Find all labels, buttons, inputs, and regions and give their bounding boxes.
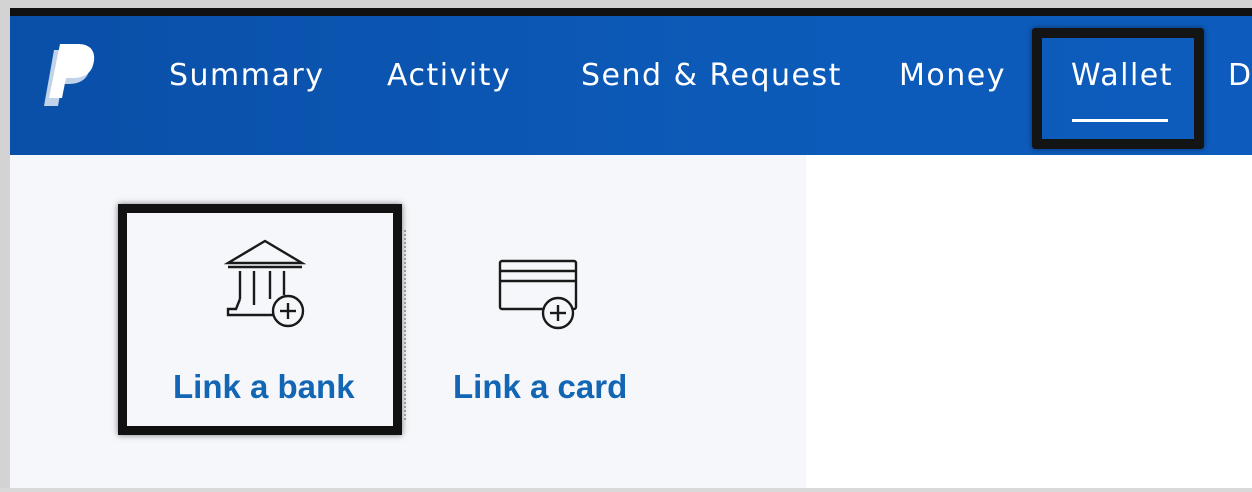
nav-activity[interactable]: Activity	[387, 58, 511, 93]
nav-send-request[interactable]: Send & Request	[581, 58, 842, 93]
screenshot-border-left	[0, 0, 10, 492]
paypal-logo-icon[interactable]	[40, 44, 100, 110]
tile-divider	[404, 230, 406, 420]
link-card-tile[interactable]: Link a card	[440, 213, 650, 426]
screenshot-border-top	[0, 0, 1252, 8]
screenshot-border-bottom	[0, 488, 1252, 492]
wallet-highlight-box	[1032, 28, 1204, 149]
card-add-icon	[498, 259, 578, 330]
link-bank-highlight-box	[118, 204, 402, 435]
link-card-label: Link a card	[453, 368, 628, 405]
nav-money[interactable]: Money	[899, 58, 1006, 93]
nav-item-truncated[interactable]: D	[1228, 58, 1252, 93]
top-navigation-bar: Summary Activity Send & Request Money Wa…	[10, 8, 1252, 155]
nav-summary[interactable]: Summary	[169, 58, 324, 93]
